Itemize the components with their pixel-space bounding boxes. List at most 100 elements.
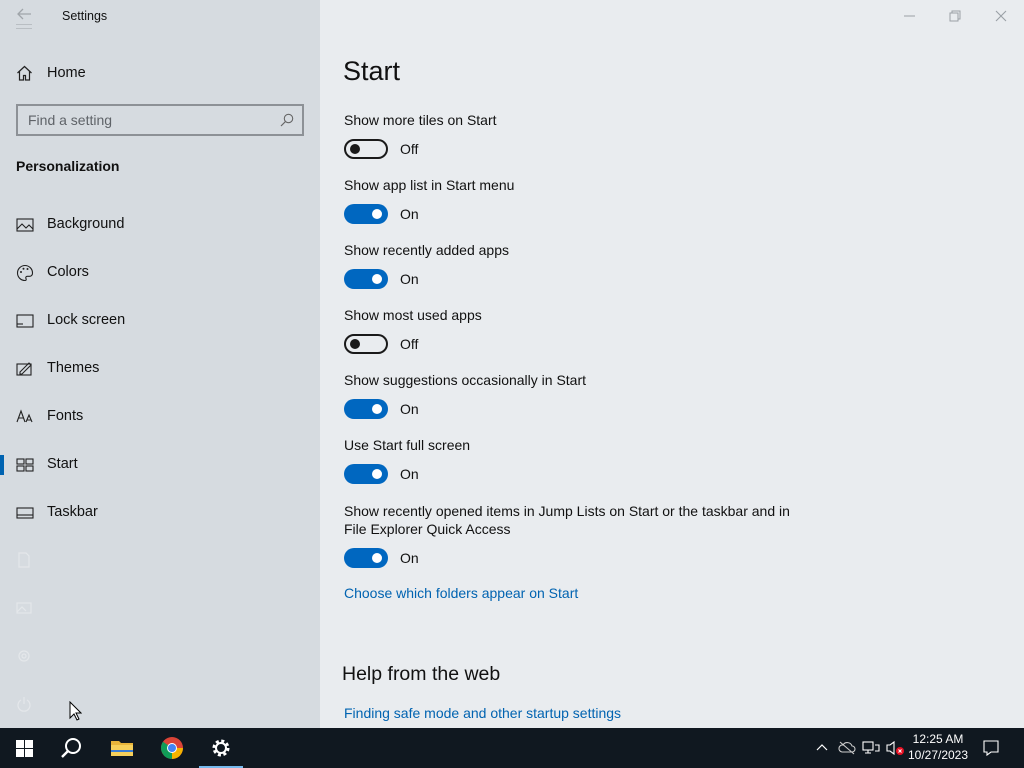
start-icon — [16, 456, 34, 474]
toggle-switch[interactable] — [344, 399, 388, 419]
home-nav-item[interactable]: Home — [0, 58, 320, 88]
setting-suggestions: Show suggestions occasionally in Start O… — [344, 371, 804, 423]
fonts-icon — [16, 408, 34, 426]
sidebar-item-fonts[interactable]: Fonts — [0, 397, 320, 437]
home-icon — [16, 65, 33, 81]
sidebar-item-background[interactable]: Background — [0, 205, 320, 245]
toggle-switch[interactable] — [344, 334, 388, 354]
search-icon — [61, 738, 81, 758]
setting-label: Use Start full screen — [344, 437, 471, 453]
search-button[interactable] — [48, 728, 96, 768]
toggle-knob — [372, 209, 382, 219]
sidebar-item-colors[interactable]: Colors — [0, 253, 320, 293]
clock-date: 10/27/2023 — [907, 748, 969, 762]
image-icon — [16, 600, 34, 618]
toggle-switch[interactable] — [344, 464, 388, 484]
setting-recently-added: Show recently added apps On — [344, 241, 804, 293]
sidebar-item-label: Background — [47, 216, 125, 232]
toggle-switch[interactable] — [344, 139, 388, 159]
themes-icon — [16, 360, 34, 378]
palette-icon — [16, 264, 34, 282]
setting-more-tiles: Show more tiles on Start Off — [344, 111, 804, 163]
taskbar: 12:25 AM 10/27/2023 — [0, 728, 1024, 768]
toggle-state: On — [400, 271, 419, 287]
sidebar-item-themes[interactable]: Themes — [0, 349, 320, 389]
gear-icon — [16, 648, 34, 666]
setting-full-screen: Use Start full screen On — [344, 436, 804, 488]
toggle-state: On — [400, 401, 419, 417]
search-input[interactable] — [18, 106, 268, 134]
page-title: Start — [343, 56, 401, 86]
setting-label: Show recently opened items in Jump Lists… — [344, 503, 790, 537]
toggle-state: On — [400, 550, 419, 566]
volume-muted-icon[interactable] — [885, 740, 905, 768]
toggle-switch[interactable] — [344, 204, 388, 224]
toggle-state: Off — [400, 336, 419, 352]
sidebar-item-label: Colors — [47, 264, 89, 280]
toggle-knob — [372, 274, 382, 284]
clock-time: 12:25 AM — [912, 732, 964, 746]
setting-label: Show most used apps — [344, 307, 482, 323]
setting-label: Show suggestions occasionally in Start — [344, 372, 587, 388]
notifications-icon[interactable] — [982, 739, 1000, 768]
sidebar-item-label: Fonts — [47, 408, 84, 424]
section-title: Personalization — [16, 158, 120, 174]
power-icon — [16, 696, 34, 714]
title-bar: Settings — [0, 0, 320, 34]
start-button[interactable] — [0, 728, 48, 768]
toggle-state: On — [400, 206, 419, 222]
settings-taskbar-button[interactable] — [197, 728, 245, 768]
toggle-knob — [372, 404, 382, 414]
toggle-knob — [350, 144, 360, 154]
sidebar-item-label: Lock screen — [47, 312, 126, 328]
mouse-cursor-icon — [69, 700, 83, 726]
sidebar-item-start[interactable]: Start — [0, 445, 320, 485]
main-content: Start Show more tiles on Start Off Show … — [320, 0, 1024, 728]
chevron-up-icon[interactable] — [815, 740, 829, 768]
back-arrow-icon[interactable] — [16, 6, 34, 24]
lock-screen-icon — [16, 312, 34, 330]
sidebar-item-label: Themes — [47, 360, 100, 376]
toggle-knob — [372, 469, 382, 479]
setting-app-list: Show app list in Start menu On — [344, 176, 804, 228]
setting-label: Show more tiles on Start — [344, 112, 497, 128]
gear-icon — [212, 739, 230, 757]
toggle-knob — [372, 553, 382, 563]
search-icon[interactable] — [280, 113, 294, 127]
sidebar-item-label: Start — [47, 456, 78, 472]
search-box[interactable] — [16, 104, 304, 136]
taskbar-icon — [16, 504, 34, 522]
sidebar-item-label: Taskbar — [47, 504, 98, 520]
toggle-state: Off — [400, 141, 419, 157]
restore-icon[interactable] — [945, 6, 965, 26]
system-clock[interactable]: 12:25 AM 10/27/2023 — [906, 731, 970, 763]
sidebar-item-taskbar[interactable]: Taskbar — [0, 493, 320, 533]
hamburger-menu-icon[interactable] — [16, 24, 32, 32]
chrome-button[interactable] — [148, 728, 196, 768]
document-icon — [16, 552, 34, 570]
active-indicator — [0, 455, 4, 475]
setting-label: Show app list in Start menu — [344, 177, 515, 193]
app-title: Settings — [62, 9, 108, 23]
network-icon[interactable] — [862, 740, 880, 768]
windows-logo-icon — [16, 740, 33, 757]
sidebar: Settings Home Personalization Background… — [0, 0, 320, 728]
toggle-switch[interactable] — [344, 548, 388, 568]
file-explorer-button[interactable] — [98, 728, 146, 768]
picture-icon — [16, 216, 34, 234]
close-icon[interactable] — [991, 6, 1011, 26]
sidebar-item-lock-screen[interactable]: Lock screen — [0, 301, 320, 341]
chrome-icon — [161, 737, 183, 759]
help-section-title: Help from the web — [342, 663, 501, 685]
folder-icon — [111, 741, 133, 756]
cloud-offline-icon[interactable] — [838, 740, 856, 768]
toggle-switch[interactable] — [344, 269, 388, 289]
setting-jump-lists: Show recently opened items in Jump Lists… — [344, 502, 804, 572]
safe-mode-help-link[interactable]: Finding safe mode and other startup sett… — [344, 705, 621, 721]
home-label: Home — [47, 65, 86, 81]
toggle-state: On — [400, 466, 419, 482]
minimize-icon[interactable] — [900, 6, 920, 26]
choose-folders-link[interactable]: Choose which folders appear on Start — [344, 585, 578, 601]
toggle-knob — [350, 339, 360, 349]
setting-most-used: Show most used apps Off — [344, 306, 804, 358]
